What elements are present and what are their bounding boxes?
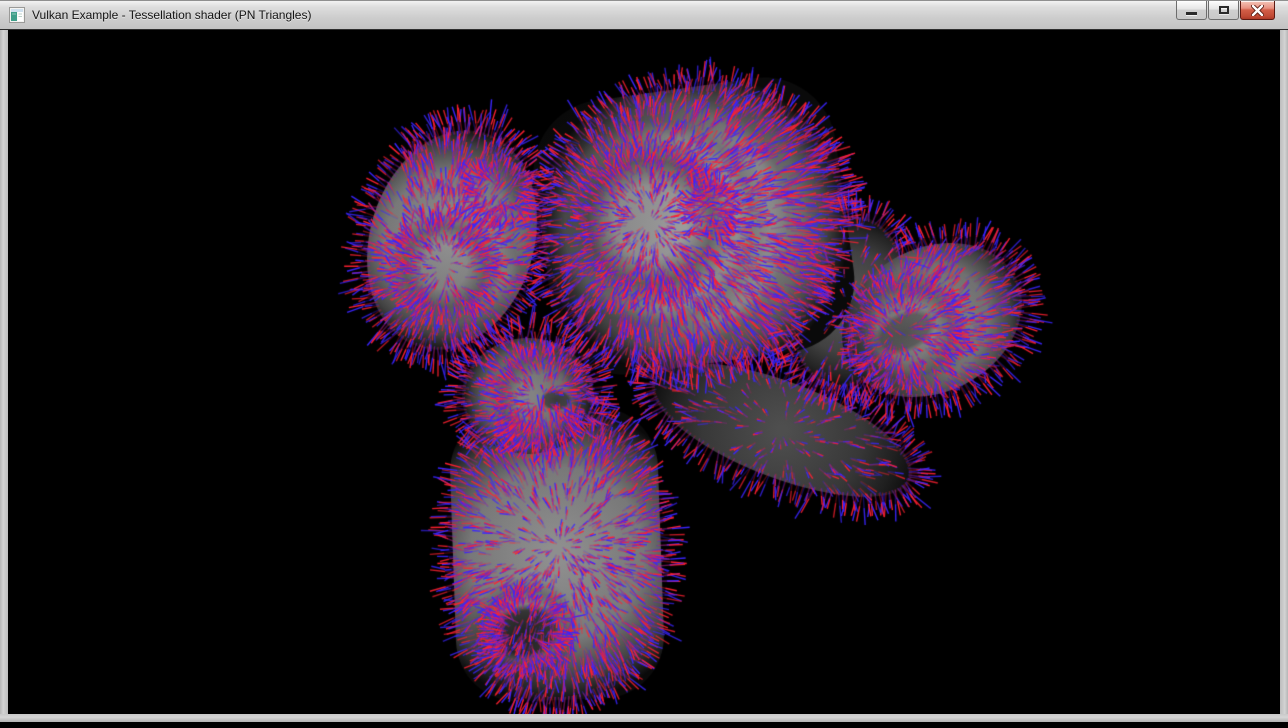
resize-handle-left[interactable] [0,30,8,722]
window-title: Vulkan Example - Tessellation shader (PN… [32,8,311,22]
minimize-icon [1186,12,1197,15]
caption-buttons [1175,1,1275,20]
resize-handle-right[interactable] [1280,30,1288,722]
titlebar-left: Vulkan Example - Tessellation shader (PN… [0,7,1288,23]
app-icon [9,7,25,23]
close-button[interactable] [1240,1,1275,20]
resize-handle-bottom[interactable] [0,714,1288,722]
minimize-button[interactable] [1176,1,1207,20]
vulkan-viewport-canvas[interactable] [8,30,1280,714]
maximize-icon [1219,6,1229,14]
app-window: Vulkan Example - Tessellation shader (PN… [0,0,1288,728]
maximize-button[interactable] [1208,1,1239,20]
close-icon [1251,5,1264,16]
titlebar[interactable]: Vulkan Example - Tessellation shader (PN… [0,0,1288,30]
